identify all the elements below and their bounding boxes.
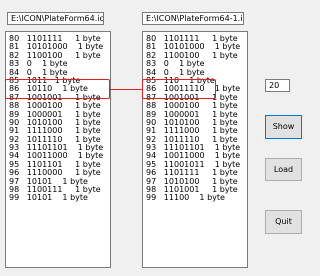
count-input[interactable]: 20 <box>265 79 290 92</box>
list-item[interactable]: 99 11100 1 byte <box>146 194 244 203</box>
left-row-list: 80 1101111 1 byte 81 10101000 1 byte 82 11… <box>9 34 107 203</box>
diff-connector-line <box>110 89 142 90</box>
left-file-path-field[interactable]: E:\ICON\PlateForm64.ico <box>7 12 104 25</box>
quit-button[interactable]: Quit <box>265 210 302 234</box>
show-button[interactable]: Show <box>265 115 302 139</box>
left-byte-listbox[interactable]: 80 1101111 1 byte 81 10101000 1 byte 82 11… <box>5 31 111 268</box>
list-item[interactable]: 99 10101 1 byte <box>9 194 107 203</box>
right-byte-listbox[interactable]: 80 1101111 1 byte 81 10101000 1 byte 82 11… <box>142 31 248 268</box>
right-row-list: 80 1101111 1 byte 81 10101000 1 byte 82 11… <box>146 34 244 203</box>
right-file-path-field[interactable]: E:\ICON\PlateForm64-1.ico <box>142 12 244 25</box>
load-button[interactable]: Load <box>265 158 302 181</box>
